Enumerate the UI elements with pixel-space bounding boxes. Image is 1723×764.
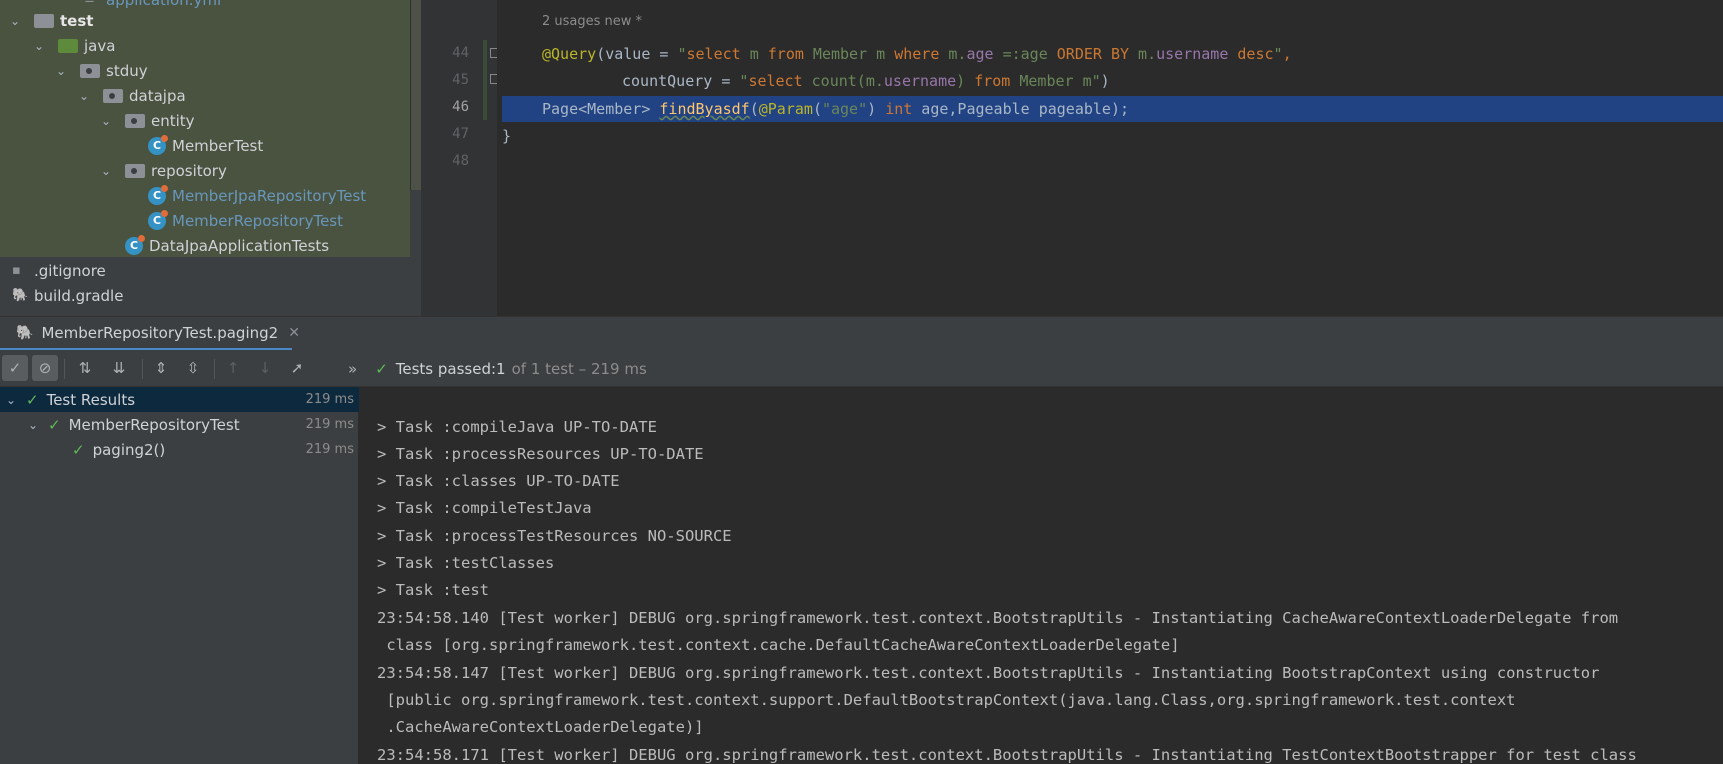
console-line: > Task :processResources UP-TO-DATE [377,445,704,463]
class-icon: C [148,209,168,230]
tree-item-datajpa[interactable]: ⌄ datajpa [79,83,186,108]
check-icon: ✓ [48,415,61,434]
tree-item-gitignore[interactable]: ▪ .gitignore [12,258,106,283]
editor-gutter: 43 44 45 46 47 48 [421,0,500,316]
chevron-down-icon[interactable]: ⌄ [34,39,48,53]
code-line-44[interactable]: @Query(value = "select m from Member m w… [542,41,1292,67]
yml-file-icon: ≡ [84,0,100,7]
tree-item-stduy[interactable]: ⌄ stduy [56,58,148,83]
gradle-elephant-icon: 🐘 [16,324,34,341]
tree-item-test[interactable]: ⌄ test [10,8,93,33]
close-icon[interactable]: ✕ [288,325,300,341]
chevron-down-icon[interactable]: ⌄ [10,14,24,28]
line-number: 45 [452,72,469,88]
tree-item-membertest[interactable]: C MemberTest [148,133,263,158]
chevron-down-icon[interactable]: ⌄ [79,89,93,103]
project-scrollbar[interactable] [410,0,421,190]
code-line-47[interactable]: } [502,123,511,149]
run-tab-paging2[interactable]: 🐘 MemberRepositoryTest.paging2 ✕ [0,317,300,351]
console-line: > Task :test [377,581,489,599]
test-source-folder-icon [58,38,78,53]
class-icon: C [125,234,145,255]
sort-alpha-icon[interactable]: ⇅ [72,355,98,381]
code-line-46[interactable]: Page<Member> findByasdf(@Param("age") in… [542,96,1129,122]
line-number: 47 [452,126,469,142]
gradle-elephant-icon: 🐘 [12,288,29,303]
tree-item-memberjparepositorytest[interactable]: C MemberJpaRepositoryTest [148,183,366,208]
toolbar-separator [64,359,65,379]
chevron-down-icon[interactable]: ⌄ [6,393,18,407]
console-line: > Task :compileJava UP-TO-DATE [377,418,657,436]
status-main: Tests passed: [395,359,497,378]
arrow-down-icon[interactable]: ↓ [252,355,278,381]
check-icon: ✓ [26,390,39,409]
check-icon: ✓ [375,359,388,378]
package-icon [80,63,100,78]
tree-item-build-gradle[interactable]: 🐘 build.gradle [12,283,123,308]
tree-item-memberrepositorytest[interactable]: C MemberRepositoryTest [148,208,343,233]
line-number: 48 [452,153,469,169]
tree-item-entity[interactable]: ⌄ entity [101,108,195,133]
folder-icon [34,13,54,28]
package-icon [125,113,145,128]
console-output[interactable]: > Task :compileJava UP-TO-DATE > Task :p… [361,387,1723,764]
project-tree-panel: ≡ application.yml ⌄ test ⌄ java ⌄ stduy … [0,0,421,316]
tree-item-datajpaapplicationtests[interactable]: C DataJpaApplicationTests [125,233,329,258]
console-line: 23:54:58.140 [Test worker] DEBUG org.spr… [377,609,1619,627]
console-line: class [org.springframework.test.context.… [377,636,1180,654]
package-icon [103,88,123,103]
chevron-down-icon[interactable]: ⌄ [101,114,115,128]
tree-item-repository[interactable]: ⌄ repository [101,158,227,183]
tree-item-java[interactable]: ⌄ java [34,33,115,58]
console-line: .CacheAwareContextLoaderDelegate)] [377,718,704,736]
usages-hint[interactable]: 2 usages new * [542,14,642,29]
change-marker-bar[interactable] [483,40,487,120]
arrow-up-icon[interactable]: ↑ [220,355,246,381]
console-line: > Task :processTestResources NO-SOURCE [377,527,732,545]
check-icon: ✓ [72,440,85,459]
test-results-tree: ⌄ ✓ Test Results 219 ms ⌄ ✓ MemberReposi… [0,387,359,764]
package-icon [125,163,145,178]
status-rest: of 1 test – 219 ms [511,359,647,378]
run-tab-bar: 🐘 MemberRepositoryTest.paging2 ✕ [0,316,1723,351]
tree-item-application-yml[interactable]: ≡ application.yml [84,0,221,12]
class-icon: C [148,184,168,205]
console-line: > Task :compileTestJava [377,499,592,517]
chevron-right-icon[interactable]: » [348,360,357,378]
export-icon[interactable]: ➚ [284,355,310,381]
code-editor[interactable]: 2 usages new * @Query(value = "select m … [497,0,1723,316]
status-count: 1 [496,359,506,378]
chevron-down-icon[interactable]: ⌄ [28,418,40,432]
gitignore-file-icon: ▪ [12,263,21,278]
result-row-paging2[interactable]: ✓ paging2() 219 ms [0,437,359,462]
chevron-down-icon[interactable]: ⌄ [101,164,115,178]
console-line: [public org.springframework.test.context… [377,691,1516,709]
line-number-current: 46 [452,99,469,115]
result-row-test-results[interactable]: ⌄ ✓ Test Results 219 ms [0,387,359,412]
stop-icon[interactable]: ⊘ [32,355,58,381]
result-row-memberrepositorytest[interactable]: ⌄ ✓ MemberRepositoryTest 219 ms [0,412,359,437]
console-line: > Task :classes UP-TO-DATE [377,472,620,490]
class-icon: C [148,134,168,155]
toolbar-separator [214,359,215,379]
run-tab-label: MemberRepositoryTest.paging2 [41,323,279,342]
code-line-45[interactable]: countQuery = "select count(m.username) f… [622,68,1110,94]
line-number: 44 [452,45,469,61]
console-line: 23:54:58.171 [Test worker] DEBUG org.spr… [377,746,1637,764]
collapse-all-icon[interactable]: ⇳ [180,355,206,381]
check-icon[interactable]: ✓ [2,355,28,381]
sort-duration-icon[interactable]: ⇊ [106,355,132,381]
run-toolbar: ✓ ⊘ ⇅ ⇊ ⇕ ⇳ ↑ ↓ ➚ » ✓ Tests passed: 1 of… [0,350,1723,387]
test-status: » ✓ Tests passed: 1 of 1 test – 219 ms [348,350,647,387]
toolbar-separator [142,359,143,379]
chevron-down-icon[interactable]: ⌄ [56,64,70,78]
expand-all-icon[interactable]: ⇕ [148,355,174,381]
line-number: 43 [452,0,469,3]
console-line: 23:54:58.147 [Test worker] DEBUG org.spr… [377,664,1600,682]
console-line: > Task :testClasses [377,554,555,572]
